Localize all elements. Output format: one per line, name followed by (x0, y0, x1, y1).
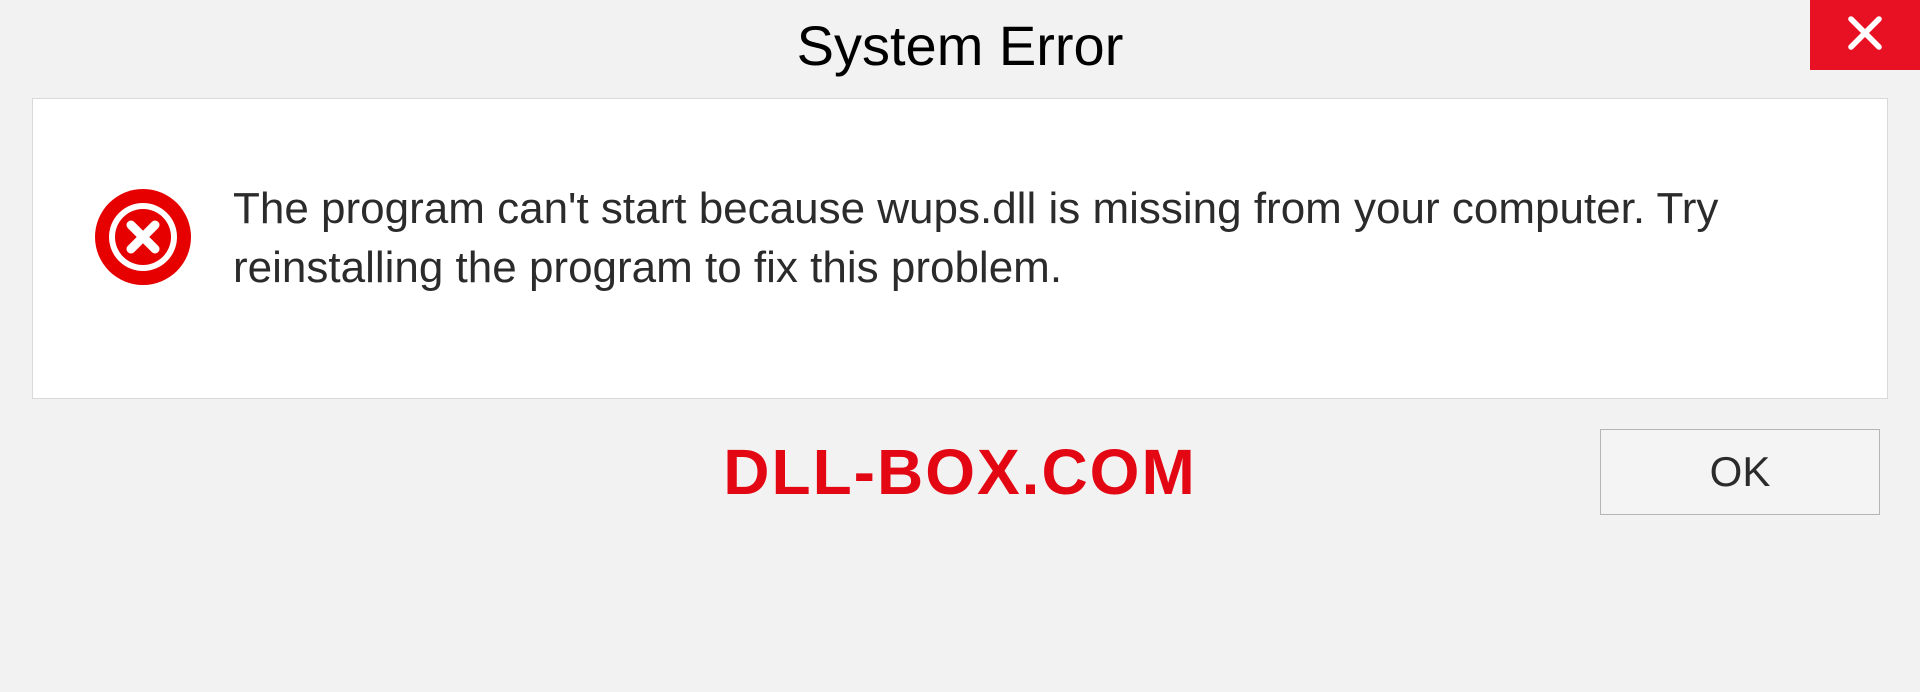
error-message: The program can't start because wups.dll… (233, 179, 1773, 298)
title-bar: System Error (0, 0, 1920, 90)
close-icon (1844, 12, 1886, 59)
error-icon (93, 187, 193, 287)
error-dialog: System Error The program can't start bec… (0, 0, 1920, 692)
close-button[interactable] (1810, 0, 1920, 70)
watermark-text: DLL-BOX.COM (723, 435, 1197, 509)
ok-button[interactable]: OK (1600, 429, 1880, 515)
footer-bar: DLL-BOX.COM OK (0, 399, 1920, 515)
content-panel: The program can't start because wups.dll… (32, 98, 1888, 399)
dialog-title: System Error (797, 13, 1124, 78)
